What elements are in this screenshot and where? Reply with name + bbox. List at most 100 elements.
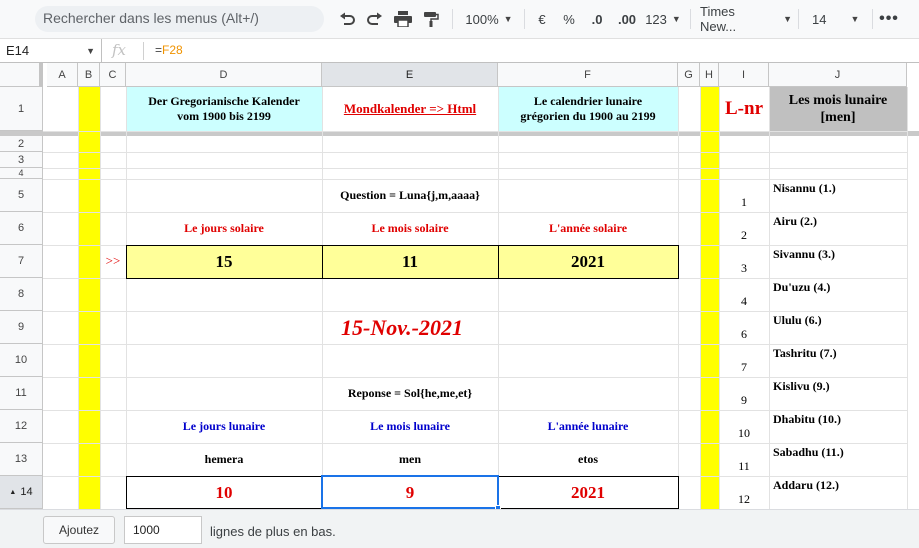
cell-f6[interactable]: L'année solaire [498, 212, 678, 245]
cell-e7-month[interactable]: 11 [322, 245, 498, 278]
cell-i5[interactable]: 1 [719, 179, 769, 212]
currency-format-button[interactable]: € [532, 7, 552, 31]
column-header-g[interactable]: G [678, 63, 700, 87]
column-header-h[interactable]: H [700, 63, 719, 87]
row-header-13[interactable]: 13 [0, 443, 43, 476]
row-header-14[interactable]: ▲ 14 [0, 476, 43, 509]
cell-d1[interactable]: Der Gregorianische Kalender vom 1900 bis… [126, 87, 322, 131]
cell-j6[interactable]: Airu (2.) [773, 212, 907, 230]
cell-selection-border [321, 475, 499, 509]
zoom-select[interactable]: 100% ▼ [460, 7, 518, 31]
print-icon[interactable] [392, 7, 414, 31]
increase-decimals-button[interactable]: .00 [613, 7, 641, 31]
cell-j9[interactable]: Ululu (6.) [773, 311, 907, 329]
cell-d14-lunar-day[interactable]: 10 [126, 476, 322, 509]
column-header-a[interactable]: A [47, 63, 78, 87]
cell-d12[interactable]: Le jours lunaire [126, 410, 322, 443]
cell-e12[interactable]: Le mois lunaire [322, 410, 498, 443]
cell-d13[interactable]: hemera [126, 443, 322, 476]
cell-j1[interactable]: Les mois lunaire [men] [769, 87, 907, 131]
cell-e6[interactable]: Le mois solaire [322, 212, 498, 245]
gridline [43, 168, 907, 169]
cell-f7-year[interactable]: 2021 [498, 245, 678, 278]
column-header-f[interactable]: F [498, 63, 678, 87]
redo-icon[interactable] [364, 7, 386, 31]
select-all-corner[interactable] [0, 63, 43, 87]
row-header-3[interactable]: 3 [0, 152, 43, 168]
gridline [43, 152, 907, 153]
cell-j11[interactable]: Kislivu (9.) [773, 377, 907, 395]
cell-f14-lunar-year[interactable]: 2021 [498, 476, 678, 509]
cell-e1-link[interactable]: Mondkalender => Html [322, 87, 498, 131]
cell-f1[interactable]: Le calendrier lunaire grégorien du 1900 … [498, 87, 678, 131]
percent-format-button[interactable]: % [559, 7, 579, 31]
toolbar-divider [872, 9, 873, 29]
row-header-8[interactable]: 8 [0, 278, 43, 311]
cell-i14[interactable]: 12 [719, 476, 769, 509]
row-header-7[interactable]: 7 [0, 245, 43, 278]
cell-d6[interactable]: Le jours solaire [126, 212, 322, 245]
add-rows-button[interactable]: Ajoutez [43, 516, 115, 544]
cell-f12[interactable]: L'année lunaire [498, 410, 678, 443]
cell-d9-date[interactable]: 15-Nov.-2021 [126, 311, 678, 344]
cell-j13[interactable]: Sabadhu (11.) [773, 443, 907, 461]
cell-f13[interactable]: etos [498, 443, 678, 476]
menu-search-input[interactable]: Rechercher dans les menus (Alt+/) [35, 6, 324, 32]
row-header-6[interactable]: 6 [0, 212, 43, 245]
cell-e5-question[interactable]: Question = Luna{j,m,aaaa} [322, 179, 498, 212]
cell-i7[interactable]: 3 [719, 245, 769, 278]
cell-i8[interactable]: 4 [719, 278, 769, 311]
cell-j10[interactable]: Tashritu (7.) [773, 344, 907, 362]
cell-reference: E14 [6, 43, 30, 58]
paint-format-icon[interactable] [420, 7, 442, 31]
row-header-12[interactable]: 12 [0, 410, 43, 443]
cell-e11-reponse[interactable]: Reponse = Sol{he,me,et} [322, 377, 498, 410]
toolbar-divider [452, 9, 453, 29]
more-options-icon[interactable]: ••• [878, 7, 900, 31]
cell-c7-arrow[interactable]: >> [100, 245, 126, 278]
column-header-c[interactable]: C [100, 63, 126, 87]
cell-j5[interactable]: Nisannu (1.) [773, 179, 907, 197]
menu-search-placeholder: Rechercher dans les menus (Alt+/) [43, 10, 259, 26]
row-header-11[interactable]: 11 [0, 377, 43, 410]
cell-j7[interactable]: Sivannu (3.) [773, 245, 907, 263]
chevron-down-icon: ▼ [671, 14, 681, 24]
cell-e13[interactable]: men [322, 443, 498, 476]
name-box[interactable]: E14 ▼ [0, 39, 102, 63]
font-size-select[interactable]: 14 ▼ [806, 7, 864, 31]
column-header-j[interactable]: J [769, 63, 907, 87]
cell-i12[interactable]: 10 [719, 410, 769, 443]
cell-i13[interactable]: 11 [719, 443, 769, 476]
increase-decimals-label: .00 [617, 11, 637, 27]
row-header-1[interactable]: 1 [0, 87, 43, 131]
decrease-decimals-button[interactable]: .0 [585, 7, 609, 31]
row-header-2[interactable]: 2 [0, 136, 43, 152]
column-header-e[interactable]: E [322, 63, 498, 87]
cell-i9[interactable]: 6 [719, 311, 769, 344]
cell-i6[interactable]: 2 [719, 212, 769, 245]
cell-j12[interactable]: Dhabitu (10.) [773, 410, 907, 428]
gridline [907, 87, 908, 509]
yellow-stripe-column-h [700, 87, 719, 509]
row-header-10[interactable]: 10 [0, 344, 43, 377]
undo-icon[interactable] [336, 7, 358, 31]
column-header-b[interactable]: B [78, 63, 100, 87]
formula-input[interactable]: =F28 [155, 43, 183, 57]
column-header-d[interactable]: D [126, 63, 322, 87]
cell-i1[interactable]: L-nr [719, 87, 769, 131]
row-header-9[interactable]: 9 [0, 311, 43, 344]
more-formats-select[interactable]: 123 ▼ [642, 7, 684, 31]
cell-d7-day[interactable]: 15 [126, 245, 322, 278]
cell-i11[interactable]: 9 [719, 377, 769, 410]
cell-j8[interactable]: Du'uzu (4.) [773, 278, 907, 296]
cell-j14[interactable]: Addaru (12.) [773, 476, 907, 494]
row-header-5[interactable]: 5 [0, 179, 43, 212]
gridline [43, 131, 907, 132]
toolbar-divider [524, 9, 525, 29]
zoom-value: 100% [465, 11, 499, 27]
cell-i10[interactable]: 7 [719, 344, 769, 377]
column-header-i[interactable]: I [719, 63, 769, 87]
rows-count-input[interactable] [124, 516, 202, 544]
row-header-4[interactable]: 4 [0, 168, 43, 179]
font-select[interactable]: Times New... ▼ [696, 4, 792, 34]
